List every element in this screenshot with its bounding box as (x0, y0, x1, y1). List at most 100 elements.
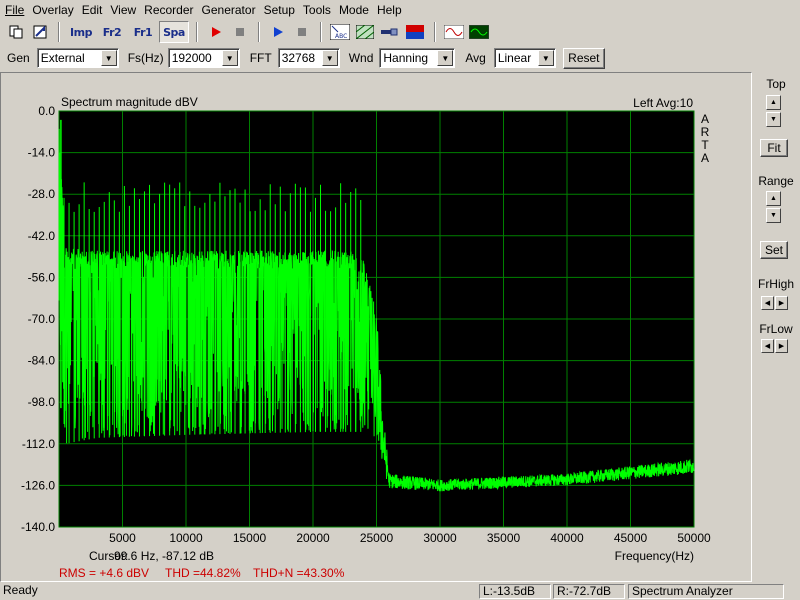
x-axis-label: Frequency(Hz) (615, 549, 694, 563)
toolbar: Imp Fr2 Fr1 Spa ABC (0, 20, 800, 44)
arrow-right-icon: ▶ (778, 343, 785, 350)
stop-button[interactable] (228, 21, 251, 43)
frlow-label: FrLow (759, 322, 793, 336)
generator-stop-button[interactable] (290, 21, 313, 43)
fft-label: FFT (249, 51, 272, 65)
menu-view[interactable]: View (107, 0, 139, 20)
chevron-down-icon[interactable]: ▼ (100, 50, 117, 66)
frlow-right-button[interactable]: ▶ (775, 339, 788, 353)
fft-select[interactable]: 32768 ▼ (277, 48, 340, 68)
range-up-button[interactable]: ▲ (766, 191, 781, 206)
record-button[interactable] (204, 21, 227, 43)
frlow-left-button[interactable]: ◀ (761, 339, 774, 353)
range-down-button[interactable]: ▼ (766, 208, 781, 223)
abc-button[interactable]: ABC (328, 21, 352, 43)
arrow-down-icon: ▼ (770, 116, 777, 123)
grid-icon (356, 25, 374, 39)
y-tick-label: -140.0 (21, 520, 55, 534)
status-ready: Ready (3, 584, 38, 597)
frhigh-label: FrHigh (757, 277, 794, 291)
generator-play-button[interactable] (266, 21, 289, 43)
control-bar: Gen External ▼ Fs(Hz) 192000 ▼ FFT 32768… (0, 46, 800, 70)
signal-generator-button[interactable] (442, 21, 466, 43)
level-meter-button[interactable] (403, 21, 427, 43)
x-tick-label: 40000 (550, 531, 584, 545)
gen-select[interactable]: External ▼ (36, 48, 119, 68)
scope-button[interactable] (467, 21, 491, 43)
probe-icon (381, 28, 398, 36)
chevron-down-icon[interactable]: ▼ (437, 50, 454, 66)
arrow-down-icon: ▼ (770, 212, 777, 219)
menu-mode[interactable]: Mode (336, 0, 372, 20)
plot-title: Spectrum magnitude dBV (61, 95, 198, 109)
frhigh-right-button[interactable]: ▶ (775, 296, 788, 310)
set-button[interactable]: Set (760, 241, 788, 259)
fit-button[interactable]: Fit (760, 139, 788, 157)
status-mode: Spectrum Analyzer (628, 584, 784, 599)
menu-recorder[interactable]: Recorder (141, 0, 196, 20)
y-tick-label: -70.0 (28, 312, 56, 326)
menu-generator[interactable]: Generator (199, 0, 259, 20)
grid-button[interactable] (353, 21, 377, 43)
menu-tools[interactable]: Tools (300, 0, 334, 20)
fs-select[interactable]: 192000 ▼ (167, 48, 240, 68)
x-tick-label: 10000 (169, 531, 203, 545)
menu-setup[interactable]: Setup (261, 0, 298, 20)
chevron-down-icon[interactable]: ▼ (537, 50, 554, 66)
mode-fr1-button[interactable]: Fr1 (128, 21, 158, 43)
oscilloscope-icon (469, 25, 489, 39)
y-tick-label: -56.0 (28, 270, 56, 284)
right-control-panel: Top ▲ ▼ Fit Range ▲ ▼ Set FrHigh ◀ ▶ FrL… (752, 72, 800, 582)
fs-value: 192000 (171, 51, 212, 65)
cursor-readout: 99.6 Hz, -87.12 dB (114, 549, 214, 563)
top-up-button[interactable]: ▲ (766, 95, 781, 110)
y-tick-label: -42.0 (28, 229, 56, 243)
arrow-right-icon: ▶ (778, 300, 785, 307)
sine-wave-icon (444, 25, 464, 39)
menu-overlay[interactable]: Overlay (29, 0, 76, 20)
y-tick-label: -84.0 (28, 354, 56, 368)
arrow-left-icon: ◀ (764, 343, 771, 350)
channel-avg-info: Left Avg:10 (633, 96, 693, 110)
toolbar-separator (196, 22, 198, 42)
spectrum-chart[interactable]: 5000 10000 15000 20000 25000 30000 35000 40000 4… (1, 73, 751, 581)
thdn-readout: THD+N =43.30% (253, 566, 345, 580)
gen-value: External (40, 51, 85, 65)
x-tick-label: 5000 (109, 531, 136, 545)
menu-help[interactable]: Help (374, 0, 405, 20)
mode-fr2-button[interactable]: Fr2 (97, 21, 127, 43)
arrow-up-icon: ▲ (770, 99, 777, 106)
chevron-down-icon[interactable]: ▼ (221, 50, 238, 66)
menu-file[interactable]: File (2, 0, 27, 20)
arta-logo-letter: T (701, 138, 709, 152)
new-file-button[interactable] (4, 21, 27, 43)
reset-button[interactable]: Reset (562, 47, 605, 69)
copy-icon (9, 25, 22, 39)
y-tick-label: -14.0 (28, 146, 56, 160)
chevron-down-icon[interactable]: ▼ (321, 50, 338, 66)
avg-select[interactable]: Linear ▼ (493, 48, 556, 68)
stop-icon (297, 28, 306, 36)
fs-label: Fs(Hz) (127, 51, 164, 65)
edit-button[interactable] (28, 21, 51, 43)
stop-icon (235, 28, 244, 36)
probe-button[interactable] (378, 21, 402, 43)
mode-imp-button[interactable]: Imp (66, 21, 96, 43)
wnd-value: Hanning (383, 51, 429, 65)
x-tick-label: 50000 (677, 531, 711, 545)
menu-edit[interactable]: Edit (79, 0, 106, 20)
gen-label: Gen (7, 51, 30, 65)
edit-icon (33, 25, 46, 39)
mode-spa-button[interactable]: Spa (159, 21, 189, 43)
top-down-button[interactable]: ▼ (766, 112, 781, 127)
toolbar-separator (58, 22, 60, 42)
range-label: Range (758, 174, 794, 188)
status-left-level: L:-13.5dB (479, 584, 551, 599)
wnd-select[interactable]: Hanning ▼ (379, 48, 456, 68)
x-tick-label: 25000 (360, 531, 394, 545)
arrow-up-icon: ▲ (770, 195, 777, 202)
y-tick-label: 0.0 (38, 104, 55, 118)
frhigh-left-button[interactable]: ◀ (761, 296, 774, 310)
spectrum-plot-panel: 5000 10000 15000 20000 25000 30000 35000 40000 4… (0, 72, 752, 582)
x-tick-label: 35000 (487, 531, 521, 545)
